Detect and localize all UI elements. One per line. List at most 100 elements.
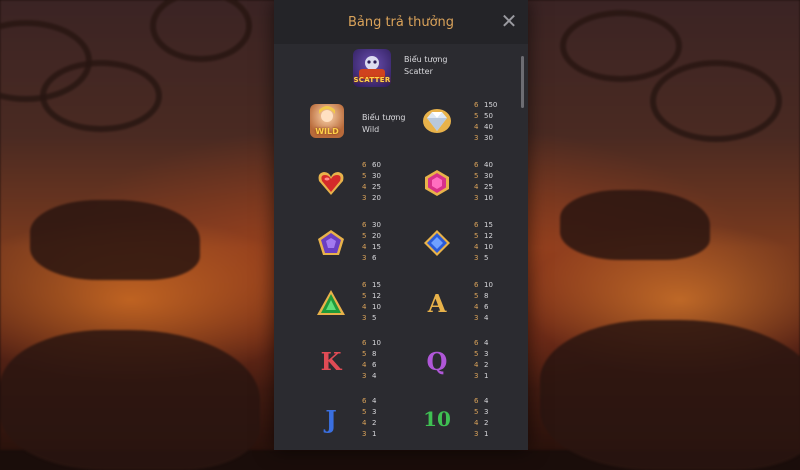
pay-value: 12: [484, 232, 493, 240]
pay-count: 3: [474, 430, 479, 438]
pay-value: 2: [484, 419, 489, 427]
pay-value: 10: [372, 339, 381, 347]
pay-value: 25: [484, 183, 493, 191]
pay-count: 6: [362, 397, 367, 405]
pay-count: 4: [474, 419, 479, 427]
pay-count: 5: [474, 112, 479, 120]
chain-decoration: [560, 10, 682, 82]
pay-count: 5: [362, 408, 367, 416]
pay-count: 4: [474, 303, 479, 311]
pay-value: 30: [372, 221, 381, 229]
rock-decoration: [560, 190, 710, 260]
pay-value: 4: [484, 339, 489, 347]
wild-icon: WILD: [310, 104, 344, 138]
paytable-title: Bảng trả thưởng: [347, 14, 455, 30]
pay-value: 1: [484, 372, 489, 380]
pay-count: 5: [362, 350, 367, 358]
pay-value: 25: [372, 183, 381, 191]
red-heart-gem-icon: [314, 166, 348, 200]
pay-count: 3: [362, 314, 367, 322]
pay-value: 2: [372, 419, 377, 427]
pay-value: 30: [484, 172, 493, 180]
pay-count: 3: [362, 372, 367, 380]
wild-label: WILD: [315, 127, 339, 136]
purple-pentagon-gem-icon: [314, 226, 348, 260]
pay-values-blue-rhombus: 6 15 5 12 4 10 35: [474, 220, 493, 264]
pay-count: 4: [362, 419, 367, 427]
pay-count: 5: [474, 408, 479, 416]
pay-count: 6: [474, 101, 479, 109]
pay-count: 5: [362, 172, 367, 180]
chain-decoration: [650, 60, 782, 142]
pay-value: 4: [484, 314, 489, 322]
pay-value: 3: [484, 350, 489, 358]
pink-hexagon-gem-icon: [420, 166, 454, 200]
pay-count: 4: [362, 183, 367, 191]
pay-value: 10: [484, 281, 493, 289]
pay-value: 20: [372, 232, 381, 240]
number-10-icon: 10: [420, 402, 454, 436]
pay-values-letter-q: 64 53 42 31: [474, 338, 488, 382]
pay-value: 40: [484, 123, 493, 131]
pay-count: 3: [362, 194, 367, 202]
pay-value: 4: [484, 397, 489, 405]
pay-values-pink-hexagon: 6 40 5 30 4 25 3 10: [474, 160, 493, 204]
pay-count: 6: [474, 339, 479, 347]
pay-count: 5: [474, 232, 479, 240]
pay-value: 8: [484, 292, 489, 300]
pay-count: 4: [362, 361, 367, 369]
pay-value: 3: [372, 408, 377, 416]
pay-value: 5: [372, 314, 377, 322]
letter-a-label: A: [427, 288, 447, 318]
pay-count: 3: [474, 314, 479, 322]
pay-value: 6: [372, 361, 377, 369]
pay-count: 6: [362, 281, 367, 289]
pay-values-green-triangle: 6 15 5 12 4 10 35: [362, 280, 381, 324]
scatter-icon: SCATTER: [352, 48, 392, 88]
rock-decoration: [0, 330, 260, 470]
chain-decoration: [40, 60, 162, 132]
number-10-label: 10: [423, 407, 451, 431]
blue-rhombus-gem-icon: [420, 226, 454, 260]
pay-values-letter-k: 6 10 58 46 34: [362, 338, 381, 382]
paytable-header: Bảng trả thưởng ✕: [274, 0, 528, 44]
pay-value: 5: [484, 254, 489, 262]
rock-decoration: [540, 320, 800, 470]
scrollbar-thumb[interactable]: [521, 56, 524, 108]
pay-value: 50: [484, 112, 493, 120]
pay-value: 60: [372, 161, 381, 169]
pay-value: 2: [484, 361, 489, 369]
pay-value: 4: [372, 397, 377, 405]
wild-desc-line1: Biểu tượng: [362, 113, 406, 122]
pay-count: 6: [474, 397, 479, 405]
pay-value: 30: [484, 134, 493, 142]
pay-value: 1: [372, 430, 377, 438]
pay-count: 5: [362, 292, 367, 300]
pay-value: 3: [484, 408, 489, 416]
pay-value: 10: [372, 303, 381, 311]
scatter-desc-line2: Scatter: [404, 67, 433, 76]
pay-value: 1: [484, 430, 489, 438]
pay-value: 20: [372, 194, 381, 202]
pay-values-purple-pentagon: 6 30 5 20 4 15 36: [362, 220, 381, 264]
wild-description: Biểu tượng Wild: [362, 112, 406, 136]
pay-count: 3: [362, 254, 367, 262]
pay-value: 4: [372, 372, 377, 380]
pay-count: 4: [362, 303, 367, 311]
pay-values-letter-j: 64 53 42 31: [362, 396, 376, 440]
letter-j-icon: J: [314, 402, 348, 436]
pay-values-diamond: 6 150 5 50 4 40 3 30: [474, 100, 497, 144]
close-button[interactable]: ✕: [500, 9, 518, 33]
close-icon: ✕: [500, 9, 518, 33]
pay-count: 5: [474, 350, 479, 358]
scatter-description: Biểu tượng Scatter: [404, 54, 448, 78]
pay-count: 4: [474, 183, 479, 191]
pay-count: 6: [362, 161, 367, 169]
pay-count: 4: [474, 243, 479, 251]
pay-values-number-10: 64 53 42 31: [474, 396, 488, 440]
pay-count: 5: [474, 292, 479, 300]
letter-q-icon: Q: [420, 344, 454, 378]
pay-count: 3: [474, 194, 479, 202]
pay-count: 3: [474, 254, 479, 262]
letter-j-label: J: [325, 404, 337, 434]
